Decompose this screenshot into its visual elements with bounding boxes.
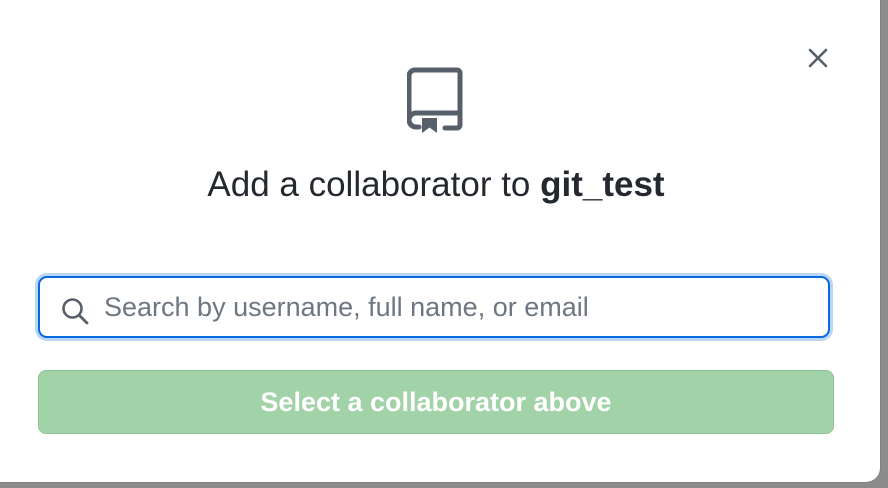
search-icon [62,298,89,325]
search-field[interactable] [38,276,830,338]
close-icon [808,48,828,68]
repo-name: git_test [540,165,665,204]
close-button[interactable] [800,40,836,76]
add-collaborator-dialog: Add a collaborator to git_test Select a … [0,0,880,482]
dialog-title-prefix: Add a collaborator to [207,165,541,204]
repo-icon [407,67,463,133]
dialog-title: Add a collaborator to git_test [0,161,872,209]
search-input[interactable] [104,278,820,336]
select-collaborator-button-label: Select a collaborator above [260,386,612,417]
select-collaborator-button[interactable]: Select a collaborator above [38,370,834,434]
